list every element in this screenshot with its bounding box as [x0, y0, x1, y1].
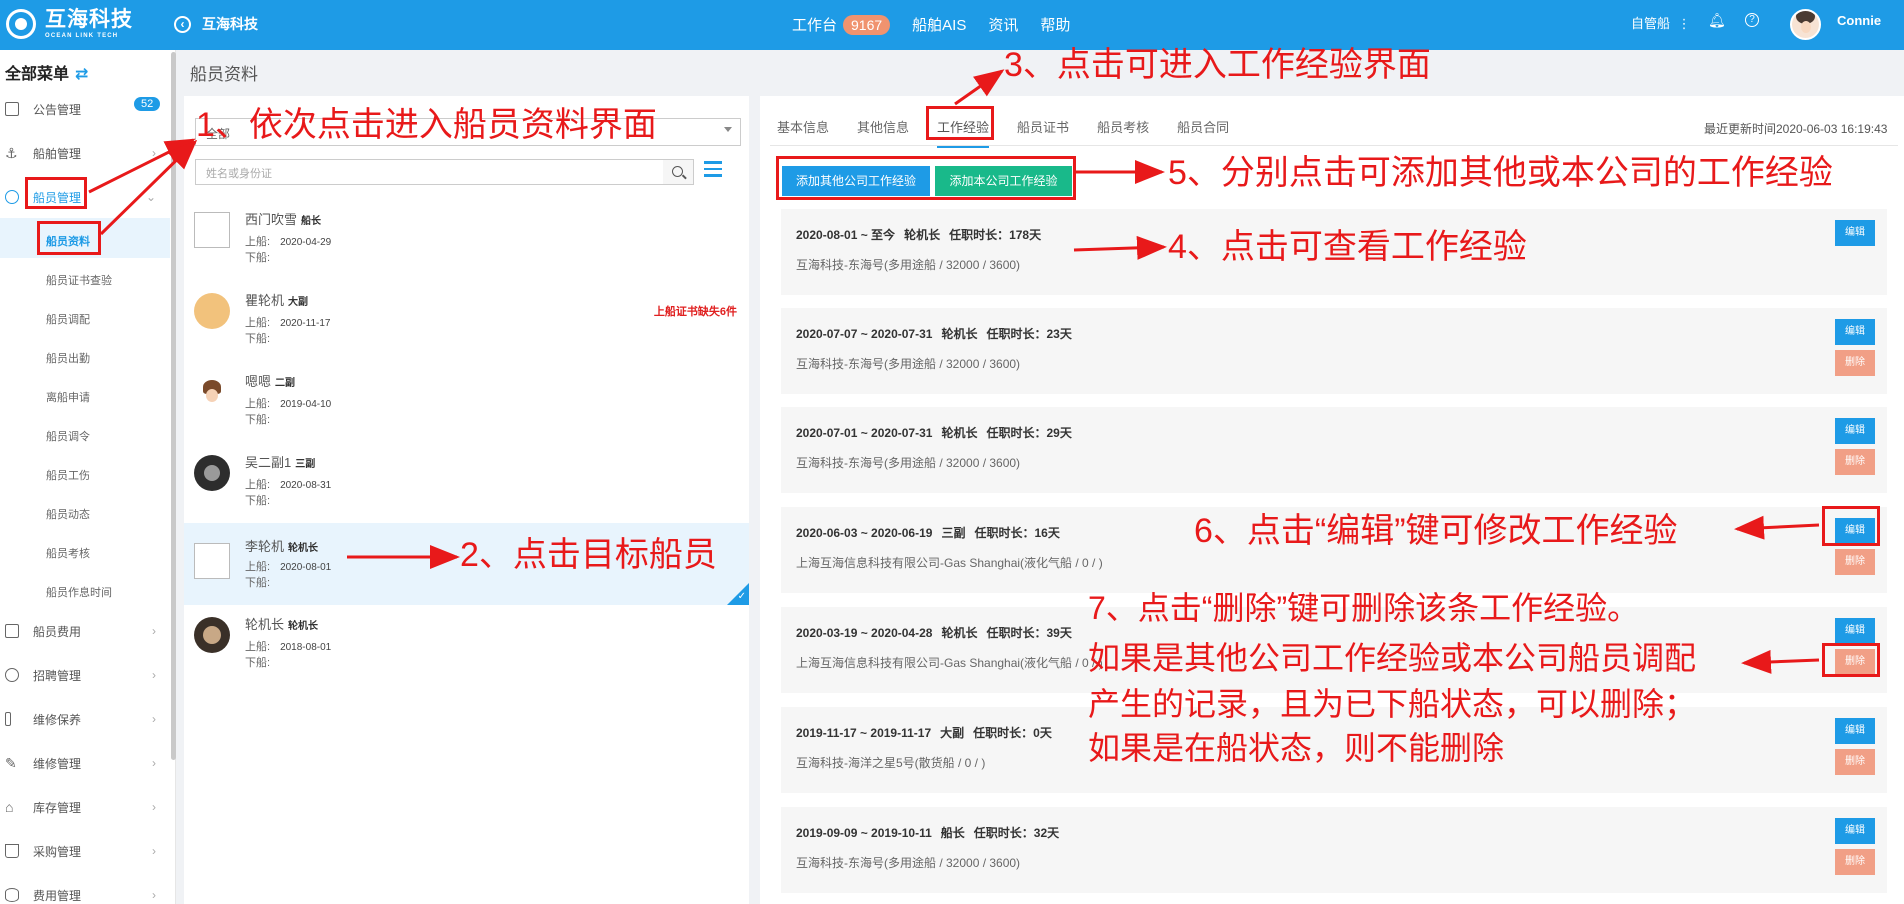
annotation-step-7-line3: 产生的记录，且为已下船状态，可以删除；	[1088, 686, 1697, 722]
arrow-3	[954, 69, 1005, 106]
annotation-step-5: 5、分别点击可添加其他或本公司的工作经验	[1168, 154, 1833, 192]
arrow-1b	[99, 139, 198, 236]
arrow-7	[1741, 649, 1820, 674]
arrow-4	[1073, 235, 1167, 260]
annotation-step-7-line2: 如果是其他公司工作经验或本公司船员调配	[1088, 640, 1697, 676]
annotation-step-7-line1: 7、点击“删除”键可删除该条工作经验。	[1088, 590, 1640, 626]
annotation-step-4: 4、点击可查看工作经验	[1168, 228, 1527, 266]
annotation-step-7-line4: 如果是在船状态，则不能删除	[1088, 730, 1505, 766]
annotation-step-3: 3、点击可进入工作经验界面	[1004, 46, 1431, 84]
arrow-1a	[88, 138, 196, 194]
annotation-step-2: 2、点击目标船员	[460, 536, 717, 574]
arrow-6	[1734, 515, 1820, 540]
annotation-step-1: 1、依次点击进入船员资料界面	[196, 106, 657, 144]
annotation-step-6: 6、点击“编辑”键可修改工作经验	[1194, 512, 1678, 550]
